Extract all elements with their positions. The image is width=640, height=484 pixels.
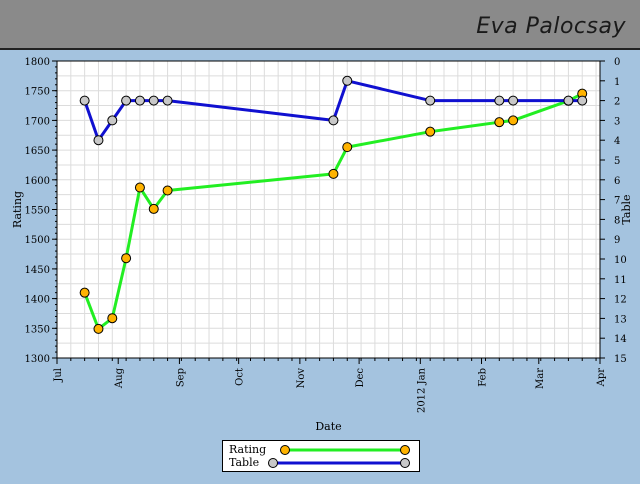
data-point-table [134, 95, 145, 106]
y-right-tick-label: 15 [614, 354, 627, 365]
y-right-axis-title: Table [620, 194, 633, 224]
data-point-table [494, 95, 505, 106]
data-point-rating [79, 287, 90, 298]
data-point-rating [134, 182, 145, 193]
y-left-tick-label: 1300 [25, 354, 50, 365]
y-left-tick-label: 1350 [25, 324, 50, 335]
legend-item-table: Table [229, 456, 415, 470]
data-point-table [328, 115, 339, 126]
data-point-rating [494, 117, 505, 128]
y-right-tick-label: 5 [614, 156, 620, 167]
y-left-tick-label: 1700 [25, 116, 50, 127]
y-right-tick-label: 11 [614, 275, 627, 286]
x-tick-label: Jul [53, 368, 64, 383]
y-left-tick-label: 1750 [25, 87, 50, 98]
data-point-table [342, 75, 353, 86]
y-left-tick-label: 1500 [25, 235, 50, 246]
x-tick-label: Oct [235, 368, 246, 386]
legend-swatch-table [268, 458, 410, 468]
data-point-table [148, 95, 159, 106]
data-point-rating [148, 203, 159, 214]
x-tick-label: 2012 Jan [416, 367, 427, 413]
y-left-tick-label: 1600 [25, 176, 50, 187]
y-right-tick-label: 1 [614, 77, 620, 88]
data-point-table [93, 135, 104, 146]
data-point-rating [508, 115, 519, 126]
chart-legend: Rating Table [222, 440, 420, 472]
data-point-rating [121, 253, 132, 264]
data-point-table [79, 95, 90, 106]
x-tick-label: Feb [478, 368, 489, 387]
header-bar: Eva Palocsay [0, 0, 640, 50]
x-tick-label: Dec [355, 368, 366, 388]
y-left-axis-title: Rating [11, 191, 24, 228]
y-left-tick-label: 1450 [25, 265, 50, 276]
y-right-tick-label: 10 [614, 255, 627, 266]
data-point-table [107, 115, 118, 126]
y-left-tick-label: 1400 [25, 295, 50, 306]
legend-item-rating: Rating [229, 443, 415, 457]
x-tick-label: Sep [175, 368, 186, 387]
data-point-table [563, 95, 574, 106]
y-left-tick-label: 1550 [25, 206, 50, 217]
y-right-tick-label: 6 [614, 176, 620, 187]
data-point-table [577, 95, 588, 106]
y-right-tick-label: 14 [614, 334, 627, 345]
data-point-table [162, 95, 173, 106]
data-point-rating [93, 323, 104, 334]
data-point-table [121, 95, 132, 106]
y-right-tick-label: 13 [614, 314, 627, 325]
gridlines [56, 60, 600, 359]
data-point-rating [328, 168, 339, 179]
y-right-tick-label: 9 [614, 235, 620, 246]
player-name: Eva Palocsay [476, 14, 626, 39]
x-tick-label: Apr [596, 368, 607, 388]
y-right-tick-label: 4 [614, 136, 620, 147]
rating-chart: Jul Aug Sep Oct Nov Dec 2012 Jan Feb Mar Apr 1300 1… [0, 50, 640, 480]
x-tick-label: Mar [535, 368, 546, 389]
y-left-tick-label: 1650 [25, 146, 50, 157]
y-right-tick-label: 3 [614, 116, 620, 127]
y-right-tick-label: 0 [614, 57, 620, 68]
data-point-table [508, 95, 519, 106]
chart-svg: Jul Aug Sep Oct Nov Dec 2012 Jan Feb Mar Apr 1300 1… [11, 57, 633, 433]
data-point-rating [107, 313, 118, 324]
data-point-table [425, 95, 436, 106]
data-point-rating [342, 142, 353, 153]
y-left-tick-label: 1800 [25, 57, 50, 68]
data-point-rating [425, 126, 436, 137]
x-tick-label: Nov [296, 368, 307, 389]
x-axis-title: Date [315, 420, 341, 433]
x-tick-label: Aug [114, 367, 125, 389]
y-right-tick-label: 12 [614, 295, 627, 306]
legend-label-rating: Rating [229, 443, 267, 456]
legend-swatch-rating [280, 445, 410, 455]
y-right-tick-label: 2 [614, 97, 620, 108]
data-point-rating [162, 185, 173, 196]
